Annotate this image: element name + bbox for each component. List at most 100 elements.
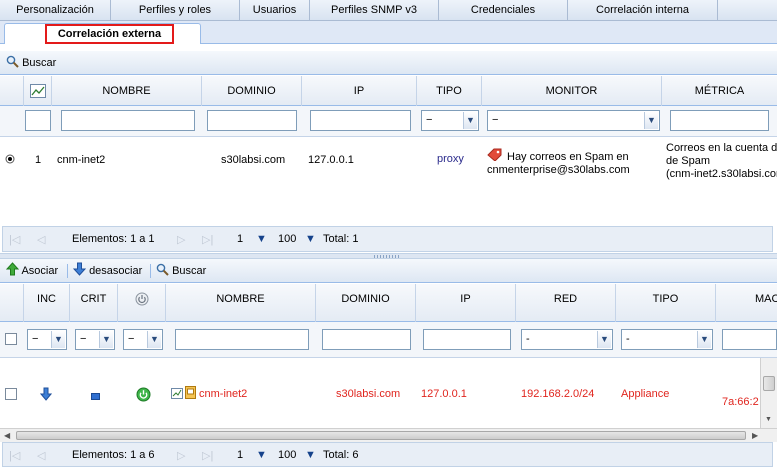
header-crit[interactable]: CRIT: [70, 284, 118, 322]
dropdown-icon[interactable]: ▼: [305, 449, 316, 461]
tab-usuarios[interactable]: Usuarios: [240, 0, 310, 21]
dropdown-icon: ▼: [51, 331, 65, 348]
row-metrica-line3: (cnm-inet2.s30labsi.com: [666, 168, 777, 180]
tab-personalizacion[interactable]: Personalización: [0, 0, 111, 21]
top-pager: |◁ ◁ Elementos: 1 a 1 ▷ ▷| 1 ▼ 100 ▼ Tot…: [2, 226, 773, 252]
tag-icon: [487, 148, 502, 164]
vertical-scrollbar[interactable]: ▼: [760, 358, 777, 428]
header-ip[interactable]: IP: [302, 76, 417, 106]
filter-power-select[interactable]: − ▼: [123, 329, 163, 350]
arrow-up-icon: [5, 262, 20, 276]
header-nombre[interactable]: NOMBRE: [52, 76, 202, 106]
row-red: 192.168.2.0/24: [521, 388, 595, 400]
header-chart[interactable]: [24, 76, 52, 106]
first-page-icon[interactable]: |◁: [9, 233, 20, 246]
chart-icon: [29, 84, 46, 98]
search-icon: [156, 263, 169, 276]
tab-perfiles-roles[interactable]: Perfiles y roles: [111, 0, 240, 21]
header-dominio[interactable]: DOMINIO: [202, 76, 302, 106]
last-page-icon[interactable]: ▷|: [202, 449, 213, 462]
filter-monitor-select[interactable]: − ▼: [487, 110, 660, 131]
header-red[interactable]: RED: [516, 284, 616, 322]
tab-perfiles-snmp[interactable]: Perfiles SNMP v3: [310, 0, 439, 21]
scroll-down-icon[interactable]: ▼: [765, 416, 772, 423]
next-page-icon[interactable]: ▷: [177, 233, 185, 246]
row-tipo: proxy: [437, 153, 464, 165]
header-select: [0, 284, 24, 322]
row-index: 1: [35, 154, 42, 166]
tab-bar-top: Personalización Perfiles y roles Usuario…: [0, 0, 777, 21]
tab-correlacion-externa[interactable]: Correlación externa: [4, 23, 201, 44]
prev-page-icon[interactable]: ◁: [37, 233, 45, 246]
row-radio[interactable]: [5, 154, 15, 167]
scroll-left-icon[interactable]: ◀: [4, 431, 10, 440]
filter-ip-input[interactable]: [310, 110, 411, 131]
prev-page-icon[interactable]: ◁: [37, 449, 45, 462]
scrollbar-thumb[interactable]: [763, 376, 775, 391]
pager-page[interactable]: 1: [237, 449, 243, 461]
filter-red-select[interactable]: - ▼: [521, 329, 613, 350]
search-button-bottom[interactable]: Buscar: [156, 259, 206, 283]
radio-icon: [5, 154, 15, 164]
header-power[interactable]: [118, 284, 166, 322]
pager-page-size[interactable]: 100: [278, 233, 296, 245]
row-tipo: Appliance: [621, 388, 670, 400]
filter-tipo-select[interactable]: - ▼: [621, 329, 713, 350]
tab-credenciales[interactable]: Credenciales: [439, 0, 568, 21]
dropdown-icon[interactable]: ▼: [305, 233, 316, 245]
bottom-grid-body: cnm-inet2 s30labsi.com 127.0.0.1 192.168…: [0, 358, 760, 428]
row-ip: 127.0.0.1: [421, 388, 467, 400]
header-mac[interactable]: MAC: [716, 284, 777, 322]
tab-bar-second: Correlación externa: [0, 21, 777, 44]
header-dominio[interactable]: DOMINIO: [316, 284, 416, 322]
bottom-pager: |◁ ◁ Elementos: 1 a 6 ▷ ▷| 1 ▼ 100 ▼ Tot…: [2, 442, 773, 467]
scroll-right-icon[interactable]: ▶: [752, 431, 758, 440]
first-page-icon[interactable]: |◁: [9, 449, 20, 462]
hscroll-thumb[interactable]: [16, 431, 746, 440]
tab-correlacion-externa-label: Correlación externa: [45, 24, 174, 44]
tab-correlacion-interna[interactable]: Correlación interna: [568, 0, 718, 21]
splitter-handle[interactable]: [374, 255, 400, 258]
top-filter-row: − ▼ − ▼: [0, 106, 777, 137]
filter-dominio-input[interactable]: [322, 329, 411, 350]
filter-crit-select[interactable]: − ▼: [75, 329, 115, 350]
last-page-icon[interactable]: ▷|: [202, 233, 213, 246]
header-metrica[interactable]: MÉTRICA: [662, 76, 777, 106]
crit-indicator-icon: [91, 391, 100, 403]
header-ip[interactable]: IP: [416, 284, 516, 322]
header-inc[interactable]: INC: [24, 284, 70, 322]
row-nombre[interactable]: cnm-inet2: [199, 388, 247, 400]
filter-select-input[interactable]: [25, 110, 51, 131]
dropdown-icon: ▼: [463, 112, 477, 129]
dropdown-icon[interactable]: ▼: [256, 233, 267, 245]
search-button[interactable]: Buscar: [6, 51, 56, 75]
chart-icon[interactable]: [171, 388, 183, 402]
filter-nombre-input[interactable]: [61, 110, 195, 131]
row-checkbox[interactable]: [5, 388, 17, 403]
row-monitor-line1: Hay correos en Spam en: [507, 151, 629, 163]
top-grid-body: 1 cnm-inet2 s30labsi.com 127.0.0.1 proxy…: [0, 137, 777, 225]
dropdown-icon[interactable]: ▼: [256, 449, 267, 461]
filter-nombre-input[interactable]: [175, 329, 309, 350]
toolbar-separator: [67, 264, 68, 278]
header-nombre[interactable]: NOMBRE: [166, 284, 316, 322]
header-tipo[interactable]: TIPO: [616, 284, 716, 322]
filter-mac-input[interactable]: [722, 329, 777, 350]
filter-metrica-input[interactable]: [670, 110, 769, 131]
filter-ip-input[interactable]: [423, 329, 511, 350]
header-monitor[interactable]: MONITOR: [482, 76, 662, 106]
desasociar-button[interactable]: desasociar: [72, 259, 142, 283]
select-all-checkbox[interactable]: [5, 333, 17, 348]
pager-total: Total: 6: [323, 449, 359, 461]
pager-page[interactable]: 1: [237, 233, 243, 245]
filter-dominio-input[interactable]: [207, 110, 297, 131]
filter-tipo-select[interactable]: − ▼: [421, 110, 479, 131]
row-metrica-line1: Correos en la cuenta de: [666, 142, 777, 154]
horizontal-scrollbar[interactable]: ◀ ▶: [0, 428, 777, 442]
bottom-toolbar: Asociar desasociar Buscar: [0, 259, 777, 283]
asociar-button[interactable]: Asociar: [5, 259, 58, 283]
header-tipo[interactable]: TIPO: [417, 76, 482, 106]
next-page-icon[interactable]: ▷: [177, 449, 185, 462]
pager-page-size[interactable]: 100: [278, 449, 296, 461]
filter-inc-select[interactable]: − ▼: [27, 329, 67, 350]
